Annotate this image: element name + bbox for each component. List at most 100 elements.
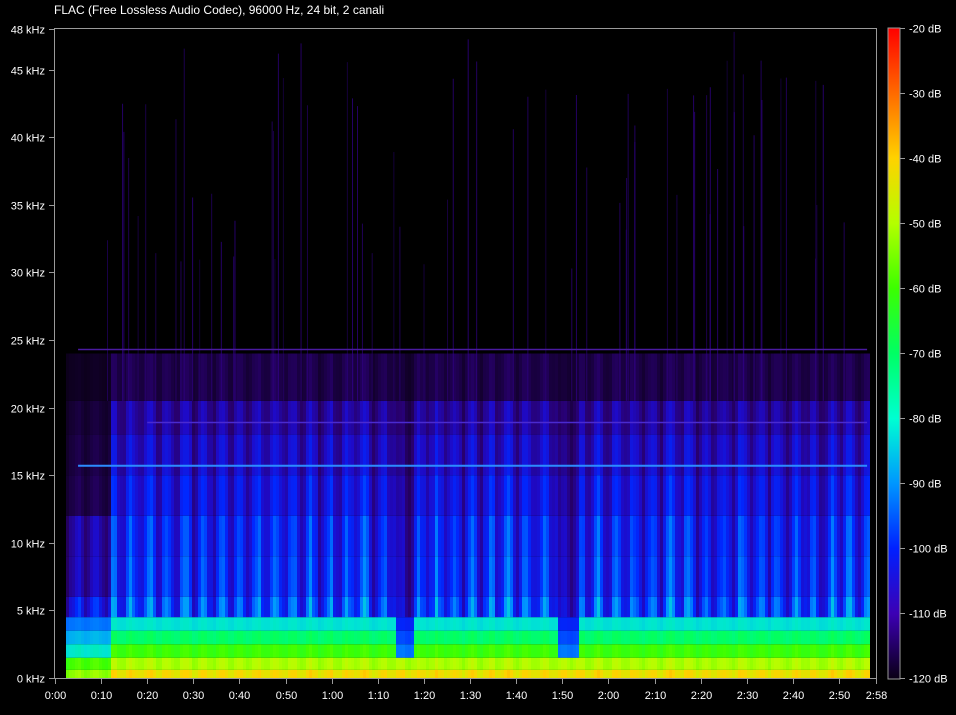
spectrogram-cell — [486, 434, 489, 476]
spectrogram-cell — [693, 556, 696, 597]
spectrogram-cell — [648, 400, 651, 435]
spectrogram-cell — [777, 400, 780, 435]
spectrogram-cell — [294, 630, 297, 645]
spectrogram-cell — [579, 400, 582, 435]
spectrogram-cell — [252, 434, 255, 476]
spectrogram-cell — [297, 669, 300, 678]
spectrogram-cell — [477, 617, 480, 631]
spectrogram-cell — [705, 669, 708, 678]
spectrogram-cell — [339, 400, 342, 435]
spectrogram-cell — [777, 657, 780, 670]
spectrogram-cell — [309, 657, 312, 670]
spectrogram-cell — [804, 630, 807, 645]
spectrogram-cell — [693, 475, 696, 516]
spectrogram-cell — [495, 434, 498, 476]
spectrogram-cell — [432, 657, 435, 670]
spectrogram-cell — [210, 475, 213, 516]
spectrogram-cell — [81, 669, 84, 678]
spectrogram-cell — [708, 630, 711, 645]
spectrogram-cell — [846, 353, 849, 401]
spectrogram-cell — [72, 657, 75, 670]
spectrogram-cell — [561, 353, 564, 401]
spectrogram-cell — [540, 556, 543, 597]
spectrogram-cell — [552, 434, 555, 476]
spectrogram-cell — [198, 596, 201, 618]
spectrogram-cell — [447, 596, 450, 618]
spectrogram-cell — [318, 669, 321, 678]
spectrogram-cell — [633, 630, 636, 645]
spectrogram-cell — [867, 515, 870, 557]
spectrogram-cell — [519, 617, 522, 631]
spectrogram-cell — [306, 556, 309, 597]
spectrogram-cell — [639, 400, 642, 435]
spectrogram-cell — [819, 596, 822, 618]
spectrogram-cell — [732, 556, 735, 597]
spectrogram-cell — [714, 669, 717, 678]
spectrogram-cell — [837, 556, 840, 597]
spectrogram-cell — [324, 669, 327, 678]
spectrogram-cell — [468, 669, 471, 678]
spectrogram-cell — [489, 644, 492, 658]
spectrogram-cell — [354, 434, 357, 476]
spectrogram-cell — [129, 596, 132, 618]
spectrogram-cell — [114, 644, 117, 658]
spectrogram-cell — [531, 617, 534, 631]
spectrogram-cell — [858, 669, 861, 678]
spectrogram-cell — [555, 434, 558, 476]
spectrogram-cell — [441, 617, 444, 631]
spectrogram-cell — [336, 400, 339, 435]
spectrogram-cell — [387, 644, 390, 658]
spectrogram-cell — [234, 669, 237, 678]
spectrogram-cell — [129, 400, 132, 435]
spectrogram-cell — [195, 630, 198, 645]
spectrogram-cell — [399, 630, 402, 645]
spectrogram-cell — [396, 556, 399, 597]
spectrogram-cell — [243, 400, 246, 435]
spectrogram-cell — [129, 669, 132, 678]
spectrogram-cell — [645, 644, 648, 658]
spectrogram-cell — [495, 596, 498, 618]
spectrogram-cell — [267, 617, 270, 631]
spectrogram-cell — [555, 617, 558, 631]
spectrogram-cell — [657, 434, 660, 476]
spectrogram-cell — [258, 353, 261, 401]
spectrogram-cell — [750, 400, 753, 435]
spectrogram-cell — [660, 515, 663, 557]
spectrogram-cell — [420, 434, 423, 476]
spectrogram-cell — [93, 657, 96, 670]
spectrogram-cell — [768, 644, 771, 658]
color-bar-label: -20 dB — [909, 24, 941, 36]
spectrogram-cell — [840, 353, 843, 401]
spectrogram-cell — [468, 630, 471, 645]
spectrogram-cell — [426, 669, 429, 678]
spectrogram-cell — [75, 434, 78, 476]
spectrogram-cell — [801, 400, 804, 435]
spectrogram-cell — [633, 556, 636, 597]
spectrogram-cell — [732, 644, 735, 658]
spectrogram-cell — [330, 434, 333, 476]
spectrogram-cell — [144, 400, 147, 435]
spectrogram-cell — [636, 669, 639, 678]
spectrogram-cell — [264, 400, 267, 435]
spectrogram-cell — [297, 353, 300, 401]
spectrogram-cell — [177, 617, 180, 631]
color-bar-label: -100 dB — [909, 544, 948, 556]
spectrogram-cell — [258, 630, 261, 645]
spectrogram-cell — [696, 515, 699, 557]
spectrogram-cell — [798, 596, 801, 618]
spectrogram-cell — [75, 515, 78, 557]
spectrogram-cell — [585, 657, 588, 670]
spectrogram-cell — [243, 434, 246, 476]
spectrogram-cell — [840, 644, 843, 658]
spectrogram-cell — [813, 400, 816, 435]
spectrogram-cell — [123, 617, 126, 631]
spectrogram-cell — [621, 644, 624, 658]
spectrogram-cell — [252, 515, 255, 557]
spectrogram-cell — [498, 644, 501, 658]
spectrogram-cell — [756, 630, 759, 645]
spectrogram-cell — [294, 657, 297, 670]
spectrogram-cell — [330, 630, 333, 645]
spectrogram-cell — [789, 617, 792, 631]
spectrogram-cell — [684, 556, 687, 597]
spectrogram-chart: 0 kHz5 kHz10 kHz15 kHz20 kHz25 kHz30 kHz… — [11, 24, 948, 703]
